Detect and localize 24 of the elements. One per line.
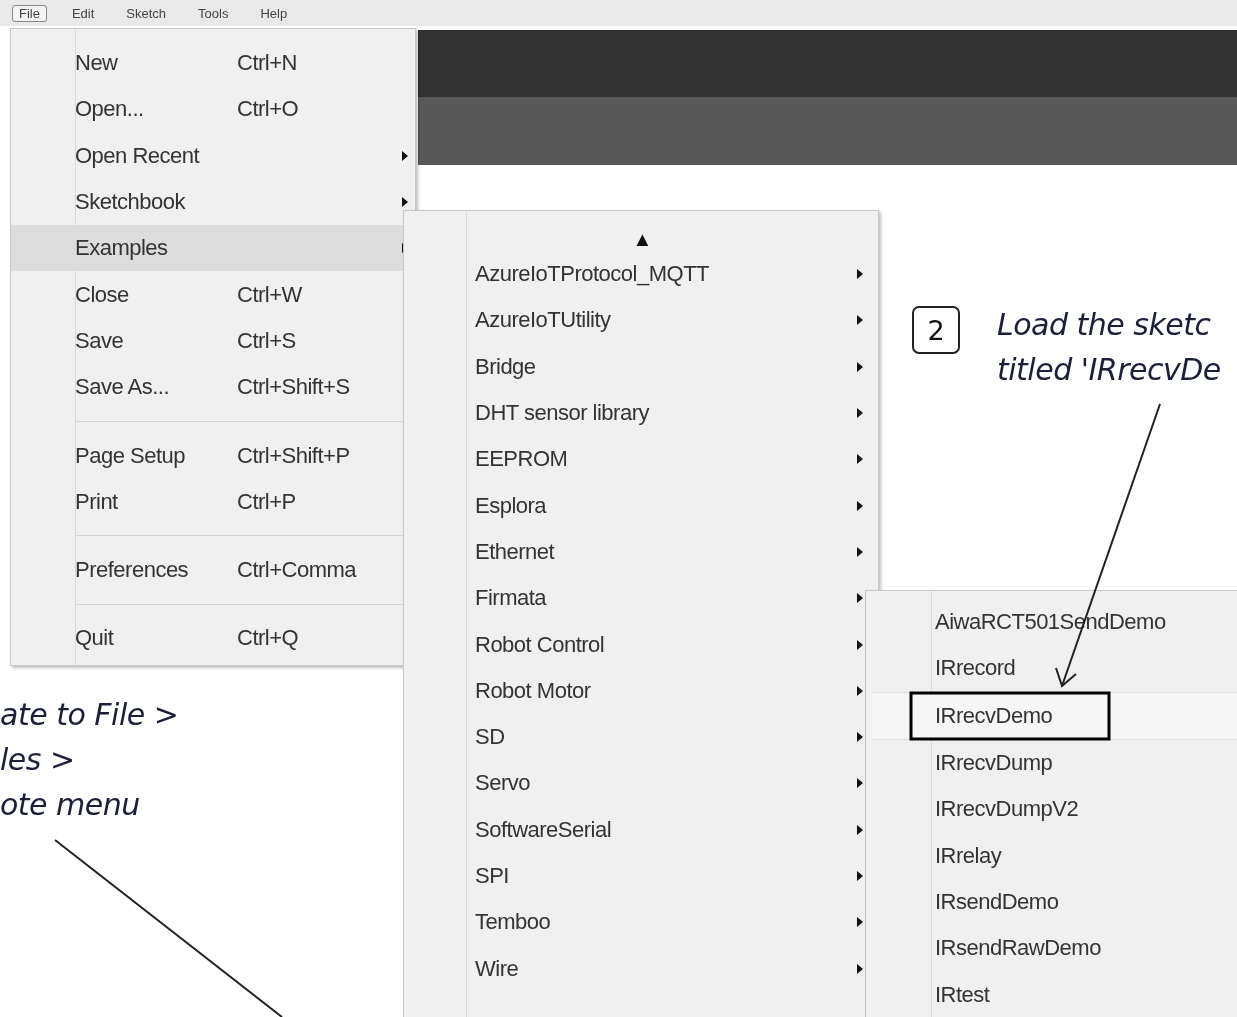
annotation-text: Load the sketc [997,306,1212,344]
menubar-item[interactable]: Sketch [119,4,174,22]
scroll-up-arrow[interactable]: ▲ [632,228,653,251]
annotation-text: ate to File > [0,696,179,734]
menu-item[interactable]: Open Recent [11,132,415,179]
menubar-item[interactable]: Tools [191,4,236,22]
menu-item[interactable]: Open... Ctrl+O [11,86,415,133]
menu-item[interactable]: Bridge [404,343,878,390]
menubar-item[interactable]: Edit [64,4,102,22]
step-number: 2 [912,306,960,354]
annotation-text: titled 'IRrecvDe [997,351,1221,389]
menu-item[interactable]: AzureIoTUtility [404,297,878,344]
menubar-item[interactable]: Help [253,4,295,22]
menu-item[interactable]: Sketchbook [11,178,415,226]
menu-item[interactable]: New Ctrl+N [11,40,415,87]
menu-item[interactable]: Ethernet [404,528,878,576]
menu-item[interactable]: Firmata [404,575,878,622]
menu-item[interactable]: EEPROM [404,436,878,483]
annotation-text: les > [0,741,76,779]
menubar-item[interactable]: File [12,4,47,22]
menu-item[interactable]: IRrecvDemo [872,691,1237,740]
menu-item[interactable]: Esplora [404,482,878,529]
menu-item[interactable]: DHT sensor library [404,389,878,437]
annotation-text: ote menu [0,786,141,824]
